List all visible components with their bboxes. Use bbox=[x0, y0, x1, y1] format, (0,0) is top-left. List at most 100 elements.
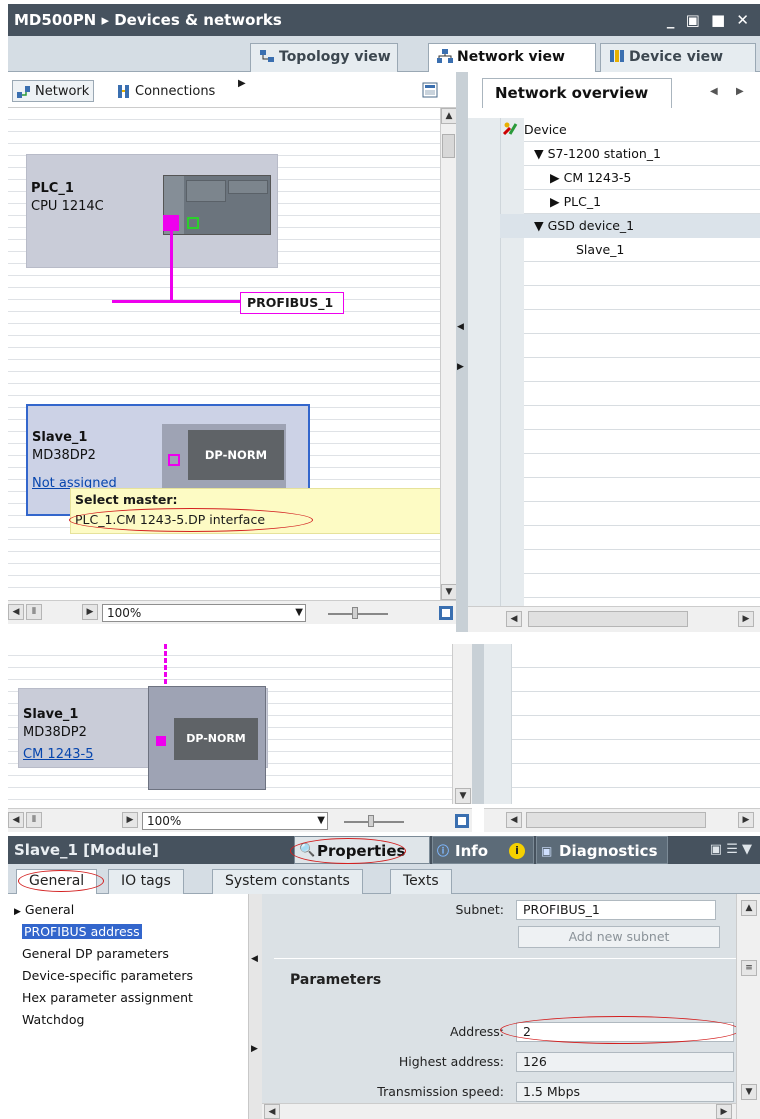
plc-device[interactable]: PLC_1 CPU 1214C bbox=[26, 154, 278, 268]
chevron-down-icon[interactable]: ▼ bbox=[295, 605, 303, 621]
scroll-down-icon[interactable]: ▼ bbox=[441, 584, 457, 600]
overview-scroll-left-icon[interactable]: ◀ bbox=[506, 812, 522, 828]
overview-scroll-left-icon[interactable]: ◀ bbox=[506, 611, 522, 627]
pane-splitter-2[interactable] bbox=[472, 644, 484, 804]
scroll-thumb[interactable]: ≡ bbox=[741, 960, 757, 976]
zoom-slider-thumb[interactable] bbox=[352, 607, 358, 619]
nav-splitter[interactable]: ◀ ▶ bbox=[248, 894, 262, 1119]
subtab-texts[interactable]: Texts bbox=[390, 869, 452, 894]
overview-scroll-right-icon[interactable]: ▶ bbox=[738, 812, 754, 828]
tab-diagnostics[interactable]: ▣ Diagnostics bbox=[536, 836, 668, 864]
zoom-slider-2[interactable] bbox=[344, 821, 404, 823]
tree-label: Slave_1 bbox=[576, 242, 625, 257]
zoom-select-2[interactable]: 100% ▼ bbox=[142, 812, 328, 830]
device-icon bbox=[610, 50, 624, 62]
info-label: Info bbox=[455, 842, 489, 860]
scroll-thumb-h[interactable]: ⦀ bbox=[26, 812, 42, 828]
tab-scroll-right-icon[interactable]: ▶ bbox=[736, 86, 744, 97]
overview-nav-icon[interactable] bbox=[454, 813, 470, 829]
expand-icon[interactable]: ▶ bbox=[550, 170, 560, 185]
subtab-io-tags[interactable]: IO tags bbox=[108, 869, 184, 894]
nav-item-general[interactable]: ▶ General bbox=[14, 902, 74, 917]
tab-network-view[interactable]: Network view bbox=[428, 43, 596, 73]
tab-info[interactable]: ⓘ Info i bbox=[432, 836, 534, 864]
inspector-header: Slave_1 [Module] 🔍 Properties ⓘ Info i ▣… bbox=[8, 836, 760, 864]
splitter-right-icon[interactable]: ▶ bbox=[457, 362, 464, 372]
slave-dp-port-icon[interactable] bbox=[168, 454, 180, 466]
zoom-slider-thumb-2[interactable] bbox=[368, 815, 374, 827]
dp-port-icon[interactable] bbox=[163, 215, 179, 231]
subnet-select[interactable]: PROFIBUS_1 bbox=[516, 900, 716, 920]
scroll-thumb-h[interactable]: ⦀ bbox=[26, 604, 42, 620]
inspector-title: Slave_1 [Module] bbox=[14, 841, 159, 859]
scroll-down-icon[interactable]: ▼ bbox=[455, 788, 471, 804]
canvas-vertical-scrollbar-2[interactable]: ▼ bbox=[452, 644, 472, 804]
tab-network-overview[interactable]: Network overview bbox=[482, 78, 672, 108]
tab-device-view[interactable]: Device view bbox=[600, 43, 756, 72]
splitter-right-icon[interactable]: ▶ bbox=[251, 1044, 258, 1054]
nav-item-watchdog[interactable]: Watchdog bbox=[22, 1012, 84, 1027]
tree-item-slave[interactable]: Slave_1 bbox=[576, 242, 624, 257]
nav-item-hex-parameter[interactable]: Hex parameter assignment bbox=[22, 990, 193, 1005]
overview-h-thumb-2[interactable] bbox=[526, 812, 706, 828]
inspector-window-controls[interactable]: ▣ ☰ ▼ bbox=[710, 836, 752, 864]
scroll-right-icon[interactable]: ▶ bbox=[716, 1104, 732, 1119]
chevron-right-icon[interactable]: ▶ bbox=[238, 78, 246, 89]
form-h-scrollbar[interactable]: ◀ ▶ bbox=[262, 1103, 736, 1119]
properties-ellipse bbox=[290, 838, 406, 864]
overview-h-thumb[interactable] bbox=[528, 611, 688, 627]
splitter-left-icon[interactable]: ◀ bbox=[457, 322, 464, 332]
expand-icon[interactable]: ▶ bbox=[14, 907, 21, 917]
scroll-left-icon[interactable]: ◀ bbox=[264, 1104, 280, 1119]
scroll-left-icon[interactable]: ◀ bbox=[8, 604, 24, 620]
scroll-right-icon[interactable]: ▶ bbox=[122, 812, 138, 828]
tab-topology-label: Topology view bbox=[279, 49, 391, 65]
zoom-value: 100% bbox=[107, 606, 142, 620]
expand-icon[interactable]: ▼ bbox=[534, 218, 544, 233]
nav-item-general-dp[interactable]: General DP parameters bbox=[22, 946, 169, 961]
overview-bottom-bar-2: ◀ ▶ bbox=[484, 808, 760, 832]
scroll-up-icon[interactable]: ▲ bbox=[741, 900, 757, 916]
master-link[interactable]: CM 1243-5 bbox=[23, 747, 93, 762]
subtab-system-constants[interactable]: System constants bbox=[212, 869, 363, 894]
network-canvas-2[interactable]: Slave_1 MD38DP2 CM 1243-5 DP-NORM bbox=[8, 644, 472, 804]
profibus-label[interactable]: PROFIBUS_1 bbox=[240, 292, 344, 314]
zoom-slider[interactable] bbox=[328, 613, 388, 615]
nav-item-profibus-address[interactable]: PROFIBUS address bbox=[22, 924, 142, 939]
connections-button[interactable]: Connections bbox=[112, 80, 220, 102]
overview-scroll-right-icon[interactable]: ▶ bbox=[738, 611, 754, 627]
expand-icon[interactable]: ▶ bbox=[550, 194, 560, 209]
scroll-right-icon[interactable]: ▶ bbox=[82, 604, 98, 620]
canvas-vertical-scrollbar[interactable]: ▲ ▼ bbox=[440, 108, 457, 600]
subnet-label: Subnet: bbox=[455, 902, 504, 917]
scroll-left-icon[interactable]: ◀ bbox=[8, 812, 24, 828]
zoom-select[interactable]: 100% ▼ bbox=[102, 604, 306, 622]
profibus-line[interactable] bbox=[112, 300, 244, 303]
form-scrollbar[interactable]: ▲ ≡ ▼ bbox=[736, 894, 760, 1119]
scroll-down-icon[interactable]: ▼ bbox=[741, 1084, 757, 1100]
expand-icon[interactable]: ▼ bbox=[534, 146, 544, 161]
slave-dp-port-icon-2[interactable] bbox=[156, 736, 166, 746]
nav-label: General bbox=[24, 902, 75, 917]
tree-item-plc[interactable]: ▶ PLC_1 bbox=[550, 194, 601, 209]
splitter-left-icon[interactable]: ◀ bbox=[251, 954, 258, 964]
properties-form: Subnet: PROFIBUS_1 Add new subnet Parame… bbox=[274, 894, 740, 1119]
scroll-up-icon[interactable]: ▲ bbox=[441, 108, 457, 124]
overview-toggle-icon[interactable] bbox=[422, 82, 438, 98]
window-controls[interactable]: _ ▣ ■ ✕ bbox=[667, 4, 752, 36]
tree-item-station[interactable]: ▼ S7-1200 station_1 bbox=[534, 146, 661, 161]
profinet-port-icon[interactable] bbox=[187, 217, 199, 229]
tab-scroll-left-icon[interactable]: ◀ bbox=[710, 86, 718, 97]
add-new-subnet-button[interactable]: Add new subnet bbox=[518, 926, 720, 948]
chevron-down-icon[interactable]: ▼ bbox=[317, 813, 325, 829]
tree-item-cm[interactable]: ▶ CM 1243-5 bbox=[550, 170, 631, 185]
network-button[interactable]: Network bbox=[12, 80, 95, 102]
pane-splitter[interactable]: ◀ ▶ bbox=[456, 72, 468, 632]
nav-item-device-specific[interactable]: Device-specific parameters bbox=[22, 968, 193, 983]
tree-item-gsd[interactable]: ▼ GSD device_1 bbox=[534, 218, 634, 233]
overview-nav-icon[interactable] bbox=[438, 605, 454, 621]
select-master-tooltip: Select master: PLC_1.CM 1243-5.DP interf… bbox=[69, 488, 456, 534]
tab-topology-view[interactable]: Topology view bbox=[250, 43, 398, 72]
tree-label: PLC_1 bbox=[563, 194, 602, 209]
scroll-thumb[interactable] bbox=[442, 134, 455, 158]
